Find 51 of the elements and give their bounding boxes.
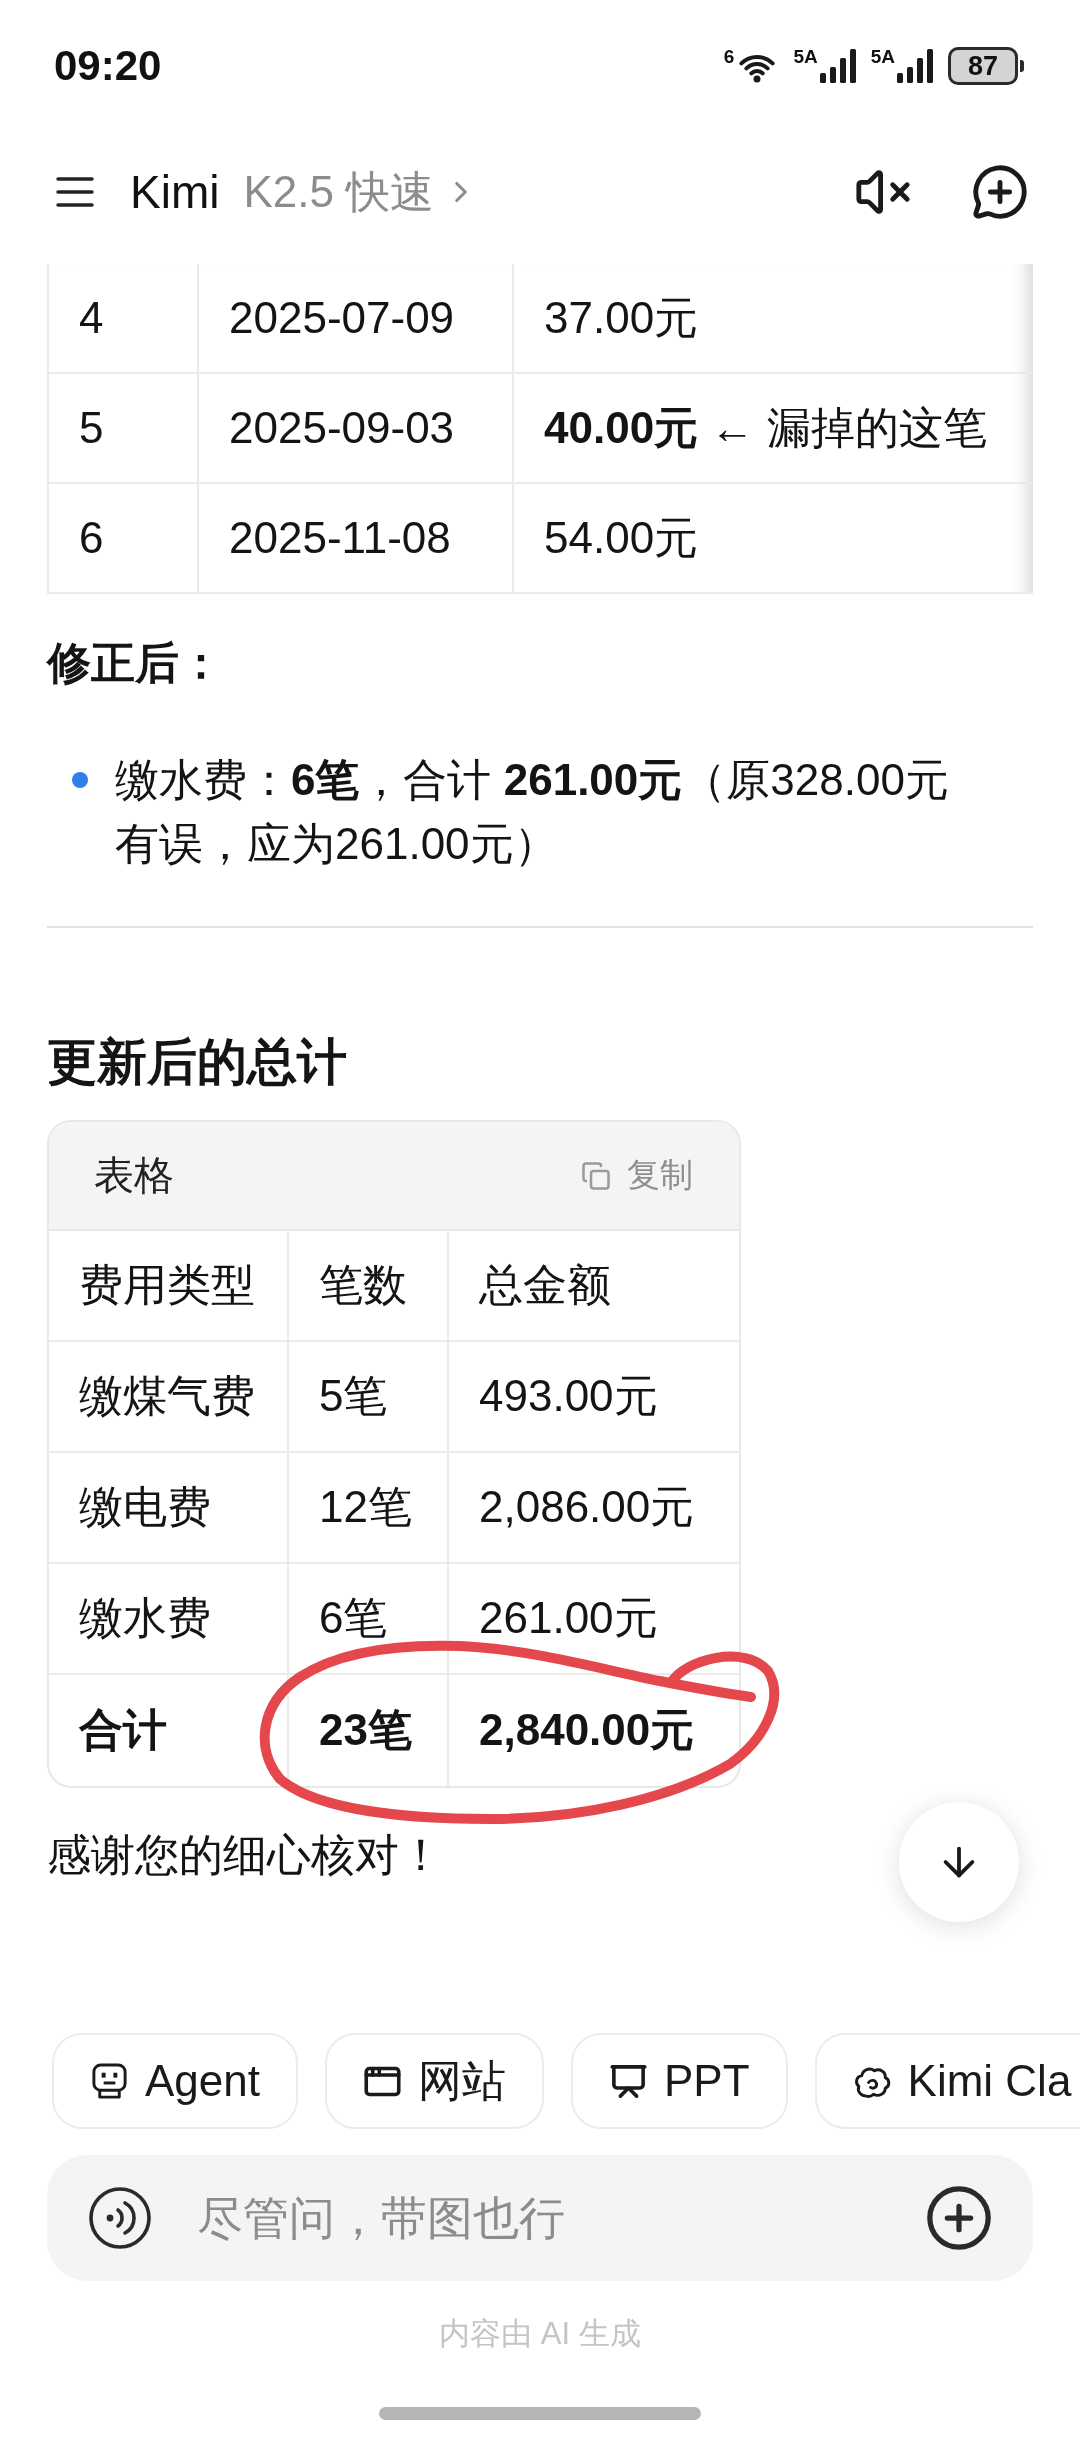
table-card-title: 表格 xyxy=(94,1152,174,1199)
ai-disclaimer: 内容由 AI 生成 xyxy=(439,2315,641,2353)
table-cell: 合计 xyxy=(49,1675,289,1786)
app-title: Kimi xyxy=(130,165,220,219)
add-icon[interactable] xyxy=(924,2183,994,2253)
table-cell: 2025-07-09 xyxy=(199,264,514,374)
table-cell: 2025-09-03 xyxy=(199,374,514,484)
message-input[interactable]: 尽管问，带图也行 xyxy=(197,2191,879,2245)
menu-icon[interactable] xyxy=(56,177,94,207)
table-cell: 261.00元 xyxy=(449,1564,739,1675)
battery-percentage: 87 xyxy=(948,47,1018,85)
table-header-cell: 笔数 xyxy=(289,1231,449,1342)
table-cell: 缴水费 xyxy=(49,1564,289,1675)
voice-icon[interactable] xyxy=(88,2186,152,2250)
table-cell: 4 xyxy=(49,264,199,374)
table-cell: 缴电费 xyxy=(49,1453,289,1564)
robot-icon xyxy=(90,2061,129,2101)
table-cell-text: 2,840.00元 xyxy=(478,1704,696,1756)
table-cell: 6笔 xyxy=(289,1564,449,1675)
table-cell: 缴煤气费 xyxy=(49,1342,289,1453)
table-cell: 2025-11-08 xyxy=(199,484,514,594)
table-header-cell: 费用类型 xyxy=(49,1231,289,1342)
table-cell: 37.00元 xyxy=(514,264,1033,374)
table-cell: 5笔 xyxy=(289,1342,449,1453)
shortcut-chip[interactable]: Agent xyxy=(52,2033,298,2129)
table-cell: 54.00元 xyxy=(514,484,1033,594)
table-cell: 12笔 xyxy=(289,1453,449,1564)
copy-icon xyxy=(581,1160,611,1191)
table-cell: 2,086.00元 xyxy=(449,1453,739,1564)
shortcut-chip[interactable]: PPT xyxy=(571,2033,788,2129)
signal-icon xyxy=(818,49,857,83)
section-heading: 更新后的总计 xyxy=(47,1033,347,1092)
message-input-bar[interactable]: 尽管问，带图也行 xyxy=(47,2155,1033,2281)
wifi-standard-label: 6 xyxy=(723,47,735,66)
bullet-text: 缴水费：6笔，合计 261.00元（原328.00元有误，应为261.00元） xyxy=(115,754,950,870)
signal-icon xyxy=(896,49,934,83)
shortcut-chip[interactable]: 网站 xyxy=(325,2033,544,2129)
shortcut-chip[interactable]: Kimi Cla xyxy=(814,2033,1080,2129)
new-chat-icon[interactable] xyxy=(971,163,1029,221)
status-time: 09:20 xyxy=(54,42,162,90)
network-type-label: 5A xyxy=(870,47,895,66)
network-type-label: 5A xyxy=(793,47,818,66)
table-cell: 23笔 xyxy=(289,1675,449,1786)
section-subheading: 修正后： xyxy=(47,637,223,689)
table-cell: 5 xyxy=(49,374,199,484)
table-cell: 40.00元 ← 漏掉的这笔 xyxy=(514,374,1033,484)
table-cell: 493.00元 xyxy=(449,1342,739,1453)
table-header-cell: 总金额 xyxy=(449,1231,739,1342)
table-cell: 6 xyxy=(49,484,199,594)
bullet-icon xyxy=(72,772,88,788)
closing-message: 感谢您的细心核对！ xyxy=(47,1829,443,1881)
